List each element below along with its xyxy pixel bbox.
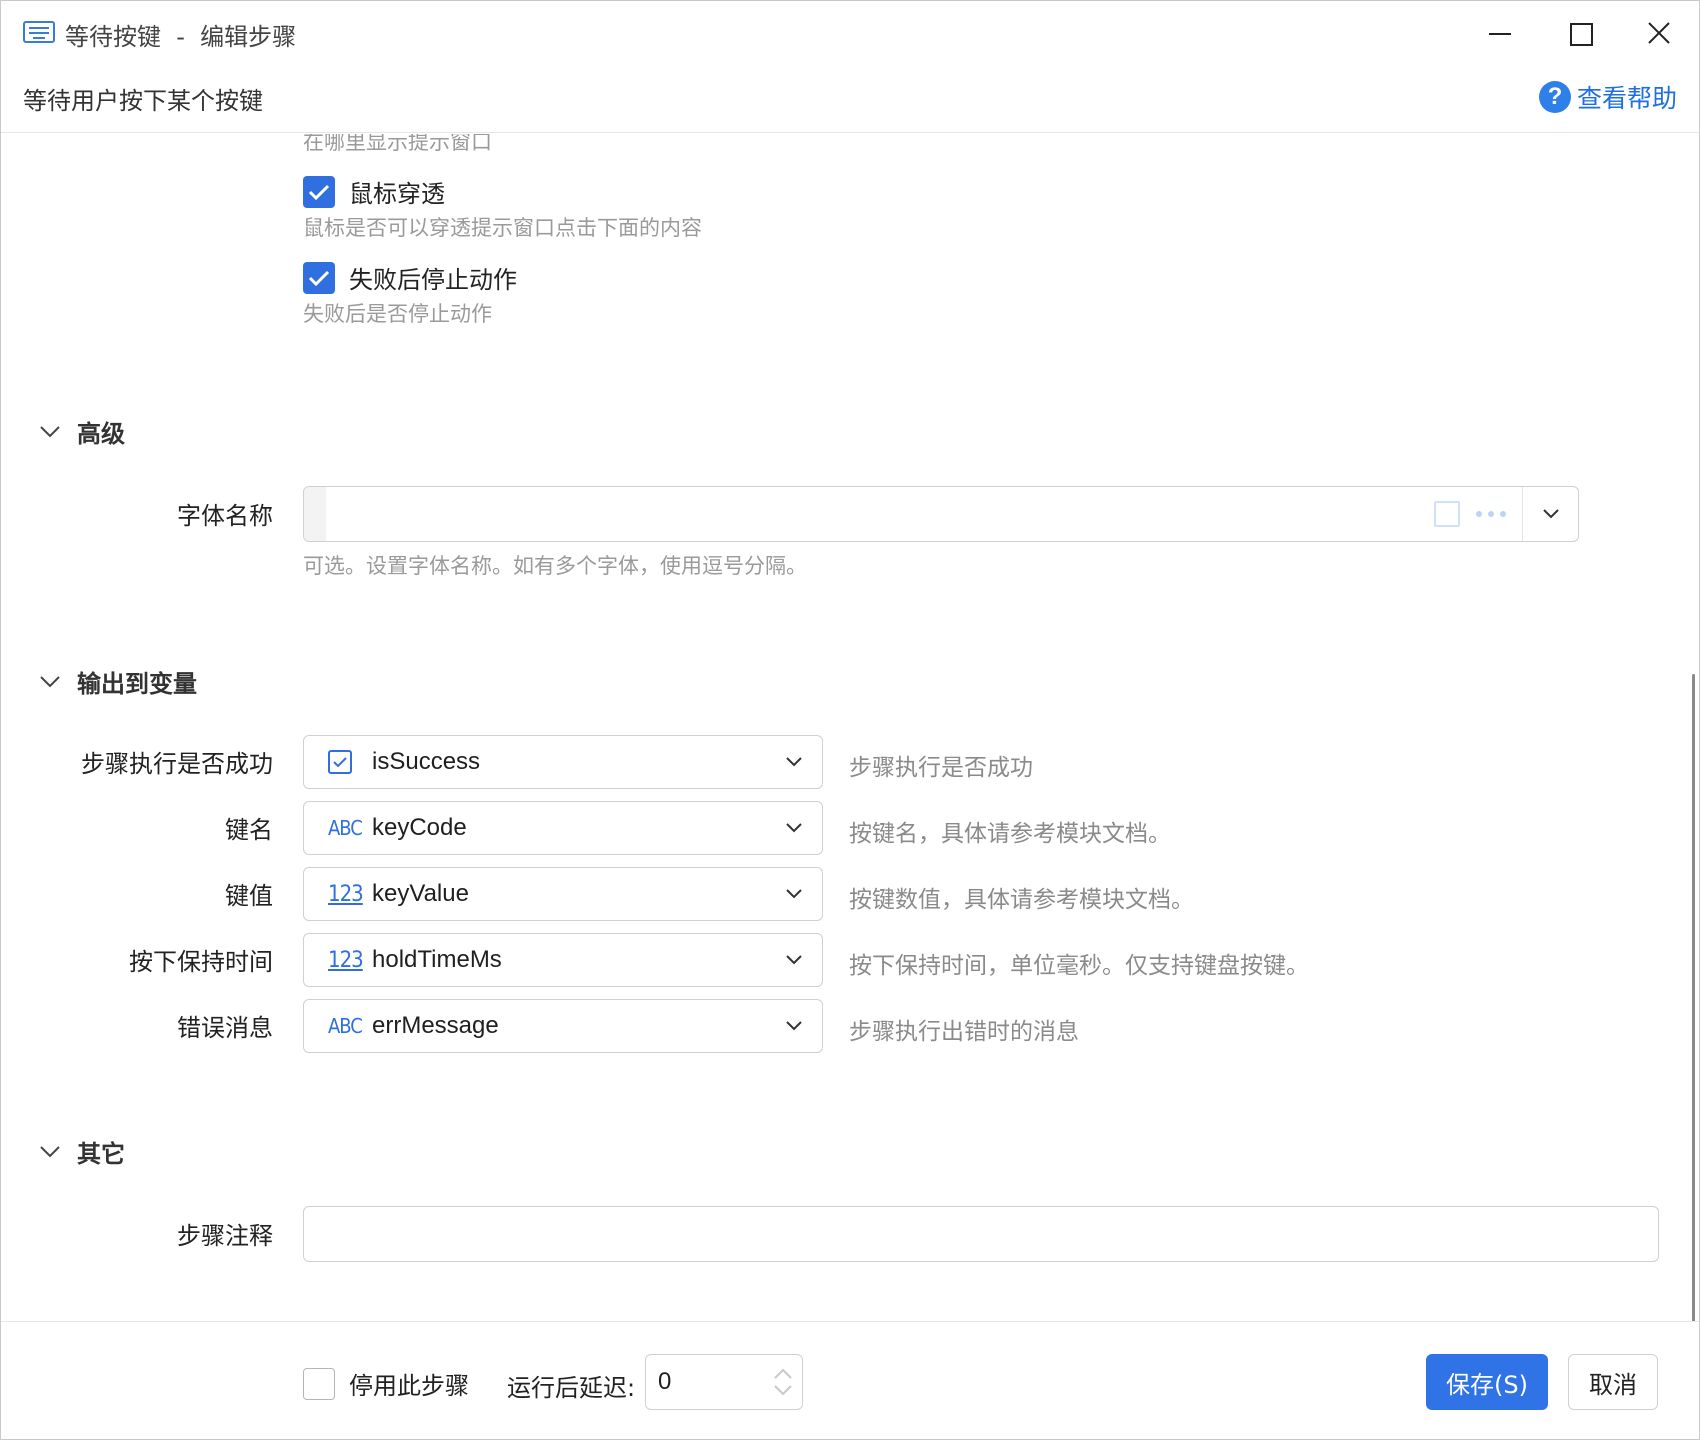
chevron-down-icon[interactable] — [766, 954, 822, 966]
spinner-arrows-icon[interactable] — [772, 1365, 794, 1399]
checkbox-checked-icon — [303, 175, 335, 208]
output-label: 错误消息 — [177, 1014, 273, 1042]
chevron-down-icon[interactable] — [766, 888, 822, 900]
output-variable-name: holdTimeMs — [372, 946, 502, 973]
number-type-icon: 123 — [328, 881, 364, 907]
maximize-button[interactable] — [1551, 13, 1607, 53]
section-output-title: 输出到变量 — [77, 670, 197, 698]
window-title: 等待按键 - 编辑步骤 — [65, 23, 297, 51]
section-output[interactable]: 输出到变量 — [39, 664, 197, 699]
output-label: 按下保持时间 — [129, 948, 273, 976]
disable-step-label: 停用此步骤 — [349, 1372, 469, 1400]
font-name-combobox[interactable] — [303, 486, 1579, 542]
title-bar: 等待按键 - 编辑步骤 — [1, 1, 1699, 65]
delay-label: 运行后延迟: — [507, 1374, 636, 1402]
output-description: 步骤执行是否成功 — [849, 755, 1033, 781]
font-dropdown-button[interactable] — [1522, 487, 1578, 541]
cancel-button[interactable]: 取消 — [1568, 1354, 1658, 1410]
stop-on-fail-checkbox[interactable]: 失败后停止动作 — [303, 260, 517, 295]
output-variable-select[interactable]: 123 holdTimeMs — [303, 933, 823, 987]
number-type-icon: 123 — [328, 947, 364, 973]
font-name-label: 字体名称 — [177, 502, 273, 530]
open-external-icon[interactable] — [1434, 501, 1460, 527]
output-variable-select[interactable]: ABC keyCode — [303, 801, 823, 855]
chevron-down-icon[interactable] — [766, 822, 822, 834]
output-variable-select[interactable]: ABC errMessage — [303, 999, 823, 1053]
output-description: 按键名，具体请参考模块文档。 — [849, 821, 1171, 847]
delay-value: 0 — [658, 1368, 672, 1395]
stop-on-fail-label: 失败后停止动作 — [349, 266, 517, 294]
disable-step-checkbox[interactable]: 停用此步骤 — [303, 1366, 469, 1401]
save-button[interactable]: 保存(S) — [1426, 1354, 1548, 1410]
keyboard-icon — [23, 21, 55, 43]
footer-bar: 停用此步骤 运行后延迟: 0 保存(S) 取消 — [1, 1321, 1699, 1439]
chevron-down-icon — [39, 1145, 61, 1159]
output-label: 键名 — [225, 816, 273, 844]
output-variable-select[interactable]: 123 keyValue — [303, 867, 823, 921]
checkbox-unchecked-icon — [303, 1367, 335, 1400]
help-link[interactable]: ? 查看帮助 — [1538, 79, 1677, 115]
close-button[interactable] — [1631, 13, 1687, 53]
checkbox-checked-icon — [303, 261, 335, 294]
output-label: 键值 — [225, 882, 273, 910]
mouse-passthrough-hint: 鼠标是否可以穿透提示窗口点击下面的内容 — [303, 216, 702, 240]
output-description: 按键数值，具体请参考模块文档。 — [849, 887, 1194, 913]
display-location-hint: 在哪里显示提示窗口 — [303, 134, 492, 154]
delay-input[interactable]: 0 — [645, 1354, 803, 1410]
chevron-down-icon — [39, 675, 61, 689]
chevron-down-icon[interactable] — [766, 1020, 822, 1032]
checkbox-icon — [328, 750, 364, 774]
stop-on-fail-hint: 失败后是否停止动作 — [303, 302, 492, 326]
step-comment-label: 步骤注释 — [177, 1222, 273, 1250]
chevron-down-icon — [39, 425, 61, 439]
output-variable-name: errMessage — [372, 1012, 499, 1039]
font-name-hint: 可选。设置字体名称。如有多个字体，使用逗号分隔。 — [303, 554, 807, 578]
close-icon — [1648, 22, 1670, 44]
text-type-icon: ABC — [328, 816, 363, 840]
chevron-down-icon[interactable] — [766, 756, 822, 768]
step-comment-input[interactable] — [303, 1206, 1659, 1262]
output-description: 按下保持时间，单位毫秒。仅支持键盘按键。 — [849, 953, 1309, 979]
output-label: 步骤执行是否成功 — [81, 750, 273, 778]
step-description: 等待用户按下某个按键 — [23, 87, 263, 115]
chevron-down-icon — [1542, 509, 1559, 519]
form-content[interactable]: 在哪里显示提示窗口 鼠标穿透 鼠标是否可以穿透提示窗口点击下面的内容 失败后停止… — [1, 134, 1699, 1321]
vertical-scrollbar[interactable] — [1692, 674, 1695, 1321]
output-variable-name: keyValue — [372, 880, 469, 907]
section-other[interactable]: 其它 — [39, 1134, 125, 1169]
section-advanced[interactable]: 高级 — [39, 414, 125, 449]
output-variable-name: isSuccess — [372, 748, 481, 775]
output-variable-name: keyCode — [372, 814, 467, 841]
help-label: 查看帮助 — [1576, 84, 1677, 113]
mouse-passthrough-checkbox[interactable]: 鼠标穿透 — [303, 174, 445, 209]
sub-header: 等待用户按下某个按键 ? 查看帮助 — [1, 65, 1699, 133]
section-other-title: 其它 — [77, 1140, 125, 1168]
section-advanced-title: 高级 — [77, 420, 125, 448]
output-description: 步骤执行出错时的消息 — [849, 1019, 1079, 1045]
mouse-passthrough-label: 鼠标穿透 — [349, 180, 445, 208]
more-icon[interactable] — [1476, 511, 1506, 517]
output-variable-select[interactable]: isSuccess — [303, 735, 823, 789]
help-icon: ? — [1538, 81, 1571, 113]
edit-step-window: 等待按键 - 编辑步骤 等待用户按下某个按键 ? 查看帮助 在哪里显示提示窗口 … — [0, 0, 1700, 1440]
minimize-button[interactable] — [1471, 13, 1527, 53]
text-type-icon: ABC — [328, 1014, 363, 1038]
